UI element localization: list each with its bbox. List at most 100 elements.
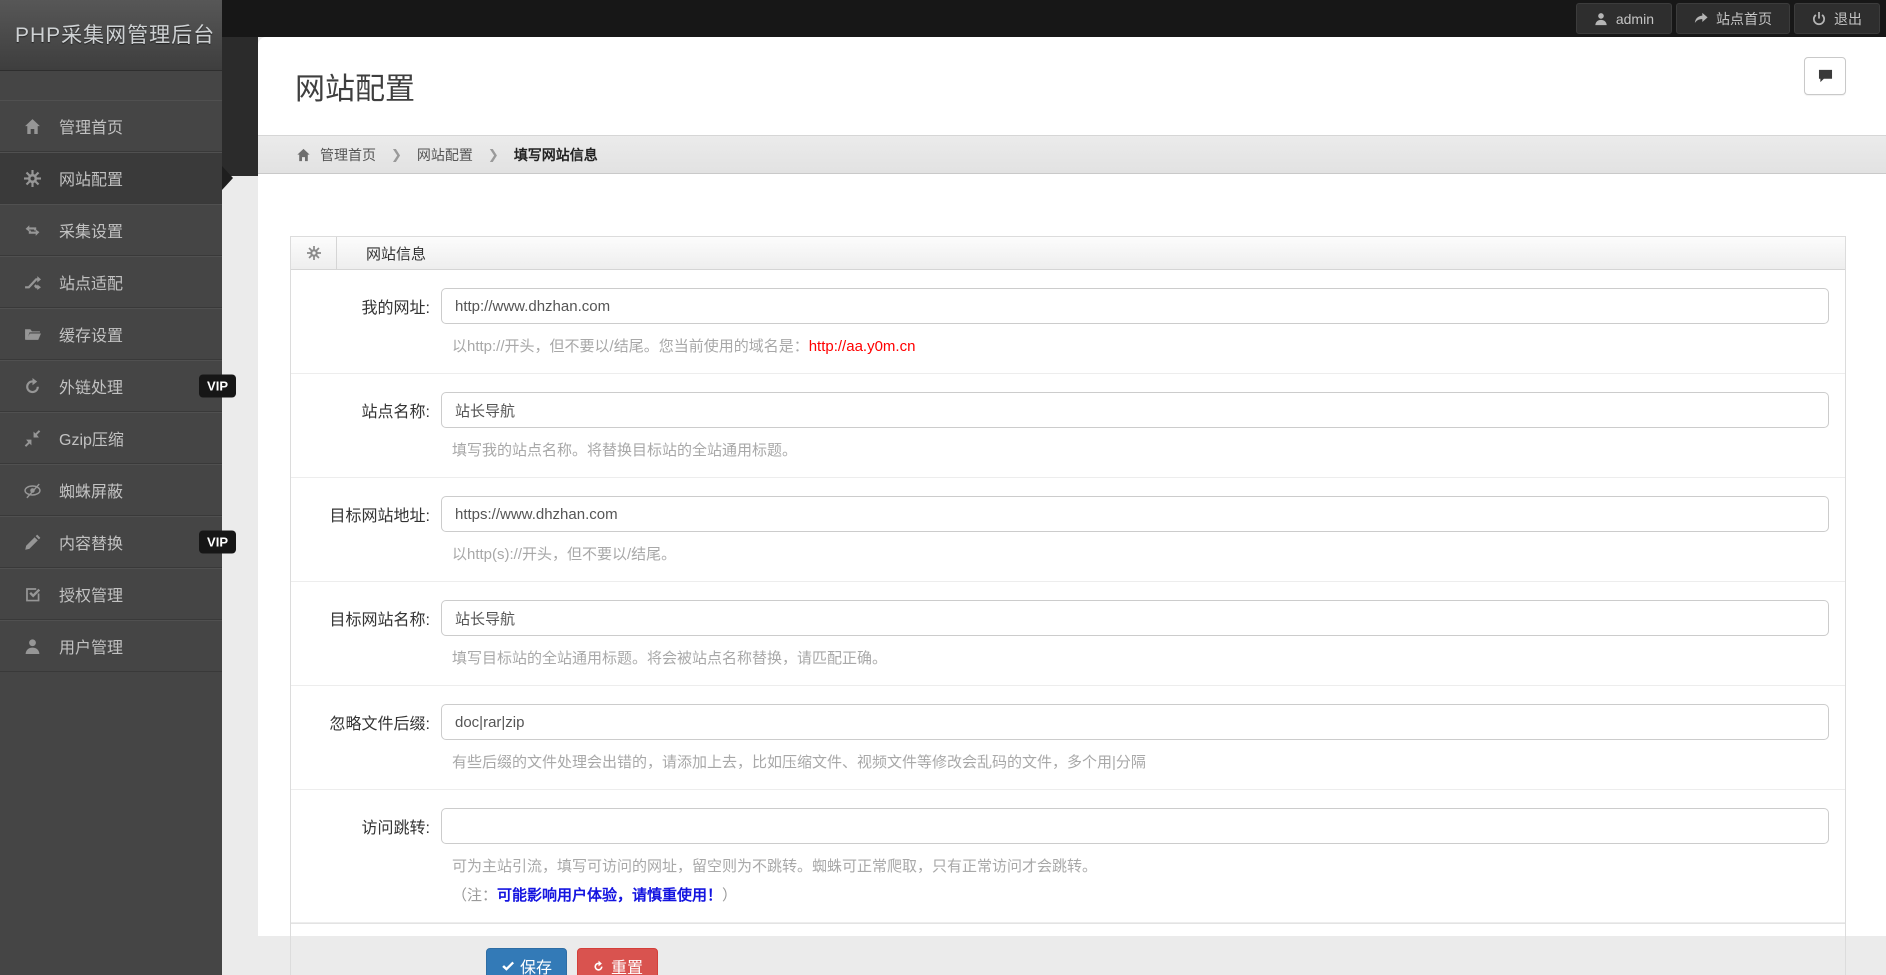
sidebar-item-spider-block[interactable]: 蜘蛛屏蔽: [0, 464, 222, 516]
repeat-icon: [22, 222, 42, 239]
page-header: 网站配置: [258, 37, 1886, 135]
power-icon: [1812, 12, 1826, 26]
site-name-label: 站点名称:: [291, 398, 441, 422]
ignore-suffix-label: 忽略文件后缀:: [291, 710, 441, 734]
admin-user-button[interactable]: admin: [1576, 3, 1672, 34]
breadcrumb-home[interactable]: 管理首页: [320, 145, 376, 165]
sidebar-item-label: 采集设置: [59, 218, 123, 242]
my-url-help: 以http://开头，但不要以/结尾。您当前使用的域名是：http://aa.y…: [452, 336, 1829, 357]
sidebar-item-label: 网站配置: [59, 166, 123, 190]
sidebar-item-admin-home[interactable]: 管理首页: [0, 100, 222, 152]
warning-link[interactable]: 可能影响用户体验，请慎重使用！: [497, 887, 722, 904]
panel-title: 网站信息: [337, 237, 426, 269]
sidebar-item-collect-settings[interactable]: 采集设置: [0, 204, 222, 256]
admin-user-label: admin: [1616, 11, 1654, 27]
visit-redirect-note: （注：可能影响用户体验，请慎重使用！）: [452, 885, 1829, 906]
sidebar-item-label: 站点适配: [59, 270, 123, 294]
site-home-label: 站点首页: [1716, 9, 1772, 29]
my-url-help-text: 以http://开头，但不要以/结尾。您当前使用的域名是：: [452, 338, 809, 355]
current-domain-link[interactable]: http://aa.y0m.cn: [809, 338, 916, 355]
compress-icon: [22, 430, 42, 447]
my-url-label: 我的网址:: [291, 294, 441, 318]
panel-header: 网站信息: [291, 237, 1845, 270]
my-url-input[interactable]: [441, 288, 1829, 324]
content-area: 网站信息 我的网址: 以http://开头，但不要以/结尾。您当前使用的域名是：…: [258, 174, 1886, 936]
sidebar-item-label: 用户管理: [59, 634, 123, 658]
site-name-input[interactable]: [441, 392, 1829, 428]
eye-slash-icon: [22, 482, 42, 499]
page-title: 网站配置: [295, 64, 1856, 108]
app-logo: PHP采集网管理后台: [0, 0, 222, 71]
refresh-icon: [592, 960, 605, 973]
gear-icon: [22, 170, 42, 187]
target-name-input[interactable]: [441, 600, 1829, 636]
note-suffix: ）: [722, 887, 737, 904]
sidebar-item-label: 授权管理: [59, 582, 123, 606]
sidebar-item-label: 管理首页: [59, 114, 123, 138]
visit-redirect-help: 可为主站引流，填写可访问的网址，留空则为不跳转。蜘蛛可正常爬取，只有正常访问才会…: [452, 856, 1829, 877]
target-name-label: 目标网站名称:: [291, 606, 441, 630]
reset-button[interactable]: 重置: [577, 948, 658, 975]
sidebar-item-user-manage[interactable]: 用户管理: [0, 620, 222, 672]
sidebar-item-auth-manage[interactable]: 授权管理: [0, 568, 222, 620]
rotate-icon: [22, 378, 42, 395]
pencil-icon: [22, 534, 42, 551]
form-row-ignore-suffix: 忽略文件后缀: 有些后缀的文件处理会出错的，请添加上去，比如压缩文件、视频文件等…: [291, 686, 1845, 790]
user-icon: [22, 638, 42, 655]
sidebar-item-content-replace[interactable]: 内容替换 VIP: [0, 516, 222, 568]
sidebar-item-site-config[interactable]: 网站配置: [0, 152, 222, 204]
sidebar: PHP采集网管理后台 管理首页 网站配置 采集设置 站点适配 缓存设置 外链处理: [0, 0, 222, 975]
form-row-site-name: 站点名称: 填写我的站点名称。将替换目标站的全站通用标题。: [291, 374, 1845, 478]
sidebar-item-gzip[interactable]: Gzip压缩: [0, 412, 222, 464]
ignore-suffix-help: 有些后缀的文件处理会出错的，请添加上去，比如压缩文件、视频文件等修改会乱码的文件…: [452, 752, 1829, 773]
share-arrow-icon: [1694, 12, 1708, 26]
target-url-input[interactable]: [441, 496, 1829, 532]
breadcrumb-current: 填写网站信息: [514, 145, 598, 165]
main-area: 网站配置 管理首页 ❯ 网站配置 ❯ 填写网站信息 网站信息 我的网址:: [222, 0, 1886, 975]
save-label: 保存: [520, 954, 552, 975]
home-icon: [296, 148, 311, 162]
breadcrumb: 管理首页 ❯ 网站配置 ❯ 填写网站信息: [258, 135, 1886, 174]
vip-badge: VIP: [199, 375, 236, 398]
check-square-icon: [22, 586, 42, 603]
ignore-suffix-input[interactable]: [441, 704, 1829, 740]
save-button[interactable]: 保存: [486, 948, 567, 975]
note-prefix: （注：: [452, 887, 497, 904]
target-name-help: 填写目标站的全站通用标题。将会被站点名称替换，请匹配正确。: [452, 648, 1829, 669]
form-actions: 保存 重置: [291, 923, 1845, 975]
breadcrumb-section[interactable]: 网站配置: [417, 145, 473, 165]
top-bar: admin 站点首页 退出: [0, 0, 1886, 37]
home-icon: [22, 118, 42, 135]
target-url-help: 以http(s)://开头，但不要以/结尾。: [452, 544, 1829, 565]
form-row-target-name: 目标网站名称: 填写目标站的全站通用标题。将会被站点名称替换，请匹配正确。: [291, 582, 1845, 686]
site-home-button[interactable]: 站点首页: [1676, 3, 1790, 34]
user-icon: [1594, 12, 1608, 26]
form-row-visit-redirect: 访问跳转: 可为主站引流，填写可访问的网址，留空则为不跳转。蜘蛛可正常爬取，只有…: [291, 790, 1845, 923]
top-bar-actions: admin 站点首页 退出: [1572, 0, 1880, 37]
folder-open-icon: [22, 326, 42, 343]
sidebar-item-external-links[interactable]: 外链处理 VIP: [0, 360, 222, 412]
feedback-button[interactable]: [1804, 57, 1846, 95]
gear-icon: [291, 237, 337, 269]
sidebar-item-label: Gzip压缩: [59, 426, 124, 450]
sidebar-item-label: 外链处理: [59, 374, 123, 398]
sidebar-menu: 管理首页 网站配置 采集设置 站点适配 缓存设置 外链处理 VIP: [0, 100, 222, 672]
visit-redirect-input[interactable]: [441, 808, 1829, 844]
logout-button[interactable]: 退出: [1794, 3, 1880, 34]
breadcrumb-separator: ❯: [391, 147, 402, 163]
site-info-panel: 网站信息 我的网址: 以http://开头，但不要以/结尾。您当前使用的域名是：…: [290, 236, 1846, 975]
visit-redirect-label: 访问跳转:: [291, 814, 441, 838]
sidebar-item-site-adapt[interactable]: 站点适配: [0, 256, 222, 308]
reset-label: 重置: [611, 954, 643, 975]
form-row-my-url: 我的网址: 以http://开头，但不要以/结尾。您当前使用的域名是：http:…: [291, 270, 1845, 374]
sidebar-item-label: 内容替换: [59, 530, 123, 554]
shuffle-icon: [22, 274, 42, 291]
chat-bubble-icon: [1818, 69, 1833, 83]
site-name-help: 填写我的站点名称。将替换目标站的全站通用标题。: [452, 440, 1829, 461]
check-icon: [501, 960, 514, 973]
sidebar-item-cache-settings[interactable]: 缓存设置: [0, 308, 222, 360]
sidebar-item-label: 蜘蛛屏蔽: [59, 478, 123, 502]
logout-label: 退出: [1834, 9, 1862, 29]
target-url-label: 目标网站地址:: [291, 502, 441, 526]
breadcrumb-separator: ❯: [488, 147, 499, 163]
